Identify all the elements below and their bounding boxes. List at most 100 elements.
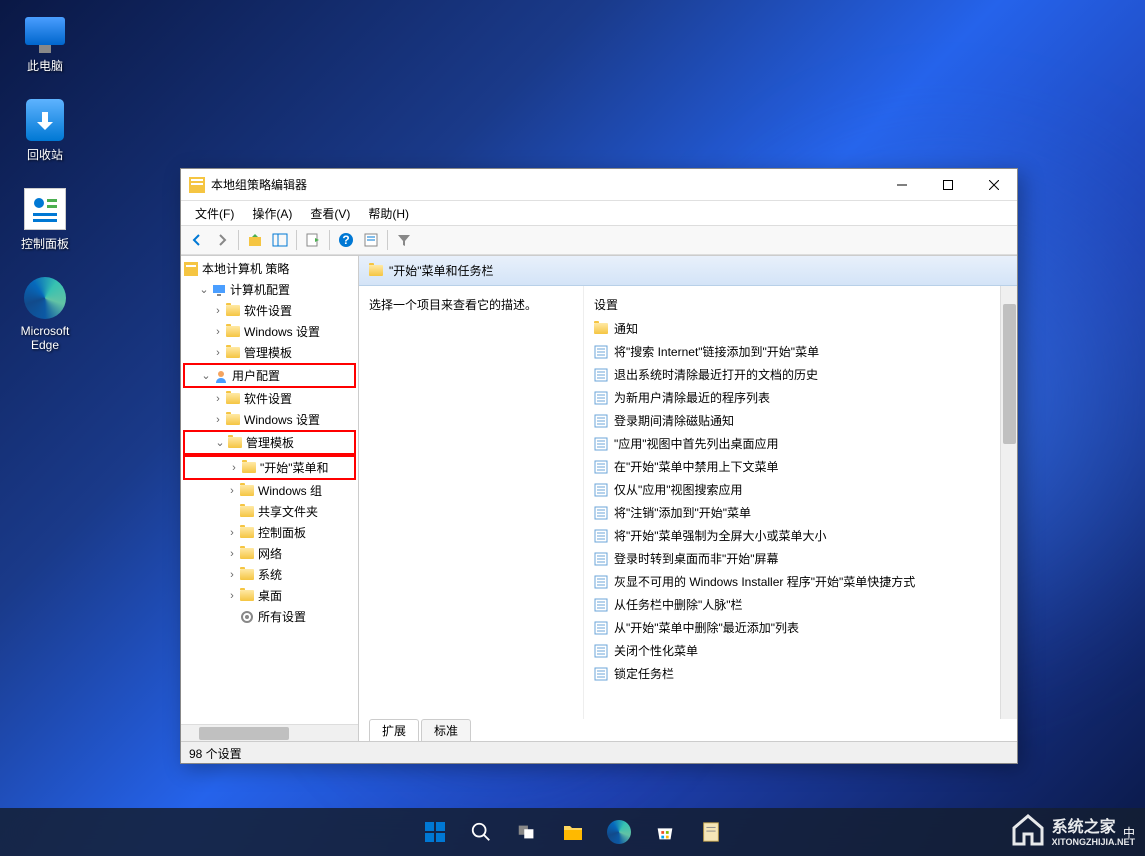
folder-icon — [240, 485, 254, 496]
desktop-icon-edge[interactable]: Microsoft Edge — [10, 277, 80, 352]
desktop-label: 回收站 — [27, 146, 63, 163]
desktop-icon-control-panel[interactable]: 控制面板 — [10, 188, 80, 252]
menu-action[interactable]: 操作(A) — [244, 202, 300, 225]
expand-icon[interactable]: › — [211, 326, 225, 338]
list-scrollbar[interactable] — [1000, 286, 1017, 719]
tree-item[interactable]: ›软件设置 — [183, 388, 356, 409]
help-button[interactable]: ? — [334, 228, 358, 252]
tree-item[interactable]: ›控制面板 — [183, 522, 356, 543]
tree-root[interactable]: 本地计算机 策略 — [183, 258, 356, 279]
explorer-button[interactable] — [553, 812, 593, 852]
menu-help[interactable]: 帮助(H) — [360, 202, 417, 225]
tree-panel[interactable]: 本地计算机 策略 ⌄ 计算机配置 › 软件设置 ›Windows 设置 ›管理模板… — [181, 256, 359, 741]
list-item[interactable]: "应用"视图中首先列出桌面应用 — [584, 432, 1017, 455]
list-item[interactable]: 锁定任务栏 — [584, 662, 1017, 685]
search-button[interactable] — [461, 812, 501, 852]
tree-item[interactable]: ›Windows 组 — [183, 480, 356, 501]
expand-icon[interactable]: › — [225, 548, 239, 560]
store-button[interactable] — [645, 812, 685, 852]
minimize-button[interactable] — [879, 169, 925, 201]
tree-item[interactable]: 共享文件夹 — [183, 501, 356, 522]
filter-button[interactable] — [392, 228, 416, 252]
settings-list[interactable]: 设置 通知 将"搜索 Internet"链接添加到"开始"菜单退出系统时清除最近… — [584, 286, 1017, 719]
tree-item[interactable]: ›桌面 — [183, 585, 356, 606]
expand-icon[interactable]: › — [211, 414, 225, 426]
folder-icon — [242, 462, 256, 473]
titlebar[interactable]: 本地组策略编辑器 — [181, 169, 1017, 201]
tree-label: 软件设置 — [244, 302, 292, 319]
folder-icon — [226, 393, 240, 404]
list-item[interactable]: 将"注销"添加到"开始"菜单 — [584, 501, 1017, 524]
menu-view[interactable]: 查看(V) — [302, 202, 358, 225]
list-item-label: 从任务栏中删除"人脉"栏 — [614, 596, 743, 613]
expand-icon[interactable]: › — [211, 393, 225, 405]
list-item[interactable]: 仅从"应用"视图搜索应用 — [584, 478, 1017, 501]
list-column-header[interactable]: 设置 — [584, 292, 1017, 317]
gpedit-taskbar-button[interactable] — [691, 812, 731, 852]
details-header: "开始"菜单和任务栏 — [359, 256, 1017, 286]
expand-icon[interactable]: › — [225, 485, 239, 497]
list-item[interactable]: 灰显不可用的 Windows Installer 程序"开始"菜单快捷方式 — [584, 570, 1017, 593]
forward-button[interactable] — [210, 228, 234, 252]
collapse-icon[interactable]: ⌄ — [213, 436, 227, 449]
tree-label: "开始"菜单和 — [260, 459, 329, 476]
list-item[interactable]: 从"开始"菜单中删除"最近添加"列表 — [584, 616, 1017, 639]
task-view-button[interactable] — [507, 812, 547, 852]
expand-icon[interactable]: › — [211, 305, 225, 317]
tree-scrollbar[interactable] — [181, 724, 358, 741]
show-hide-button[interactable] — [268, 228, 292, 252]
expand-icon[interactable]: › — [227, 462, 241, 474]
tree-item[interactable]: ›Windows 设置 — [183, 321, 356, 342]
list-item[interactable]: 关闭个性化菜单 — [584, 639, 1017, 662]
tree-item[interactable]: › 软件设置 — [183, 300, 356, 321]
list-item[interactable]: 将"搜索 Internet"链接添加到"开始"菜单 — [584, 340, 1017, 363]
taskbar[interactable]: ⌃ 中 — [0, 808, 1145, 856]
list-item[interactable]: 从任务栏中删除"人脉"栏 — [584, 593, 1017, 616]
up-button[interactable] — [243, 228, 267, 252]
start-button[interactable] — [415, 812, 455, 852]
tree-item[interactable]: 所有设置 — [183, 606, 356, 627]
list-item-folder[interactable]: 通知 — [584, 317, 1017, 340]
setting-icon — [594, 414, 608, 428]
desktop-icon-recycle[interactable]: 回收站 — [10, 99, 80, 163]
expand-icon[interactable]: › — [225, 527, 239, 539]
tree-admin-templates[interactable]: ⌄管理模板 — [183, 430, 356, 455]
list-item[interactable]: 退出系统时清除最近打开的文档的历史 — [584, 363, 1017, 386]
list-item-label: 锁定任务栏 — [614, 665, 674, 682]
list-item[interactable]: 登录期间清除磁贴通知 — [584, 409, 1017, 432]
list-item-label: 在"开始"菜单中禁用上下文菜单 — [614, 458, 779, 475]
edge-button[interactable] — [599, 812, 639, 852]
properties-button[interactable] — [359, 228, 383, 252]
list-item-label: 将"注销"添加到"开始"菜单 — [614, 504, 751, 521]
menu-file[interactable]: 文件(F) — [187, 202, 242, 225]
tree-computer-config[interactable]: ⌄ 计算机配置 — [183, 279, 356, 300]
expand-icon[interactable]: › — [225, 569, 239, 581]
expand-icon[interactable]: › — [225, 590, 239, 602]
collapse-icon[interactable]: ⌄ — [199, 369, 213, 382]
close-button[interactable] — [971, 169, 1017, 201]
tree-start-menu[interactable]: › "开始"菜单和 — [183, 455, 356, 480]
tree-item[interactable]: ›系统 — [183, 564, 356, 585]
desktop-icons: 此电脑 回收站 控制面板 Microsoft Edge — [10, 10, 80, 352]
collapse-icon[interactable]: ⌄ — [197, 283, 211, 296]
folder-icon — [228, 437, 242, 448]
expand-icon[interactable]: › — [211, 347, 225, 359]
tree-item[interactable]: ›Windows 设置 — [183, 409, 356, 430]
maximize-button[interactable] — [925, 169, 971, 201]
setting-icon — [594, 345, 608, 359]
list-item[interactable]: 在"开始"菜单中禁用上下文菜单 — [584, 455, 1017, 478]
back-button[interactable] — [185, 228, 209, 252]
tab-extended[interactable]: 扩展 — [369, 719, 419, 741]
tree-item[interactable]: ›网络 — [183, 543, 356, 564]
tree-user-config[interactable]: ⌄ 用户配置 — [183, 363, 356, 388]
gpedit-window: 本地组策略编辑器 文件(F) 操作(A) 查看(V) 帮助(H) ? — [180, 168, 1018, 764]
tab-standard[interactable]: 标准 — [421, 719, 471, 741]
description-panel: 选择一个项目来查看它的描述。 — [359, 286, 584, 719]
list-item[interactable]: 登录时转到桌面而非"开始"屏幕 — [584, 547, 1017, 570]
setting-icon — [594, 460, 608, 474]
list-item[interactable]: 将"开始"菜单强制为全屏大小或菜单大小 — [584, 524, 1017, 547]
tree-item[interactable]: ›管理模板 — [183, 342, 356, 363]
export-button[interactable] — [301, 228, 325, 252]
list-item[interactable]: 为新用户清除最近的程序列表 — [584, 386, 1017, 409]
desktop-icon-pc[interactable]: 此电脑 — [10, 10, 80, 74]
